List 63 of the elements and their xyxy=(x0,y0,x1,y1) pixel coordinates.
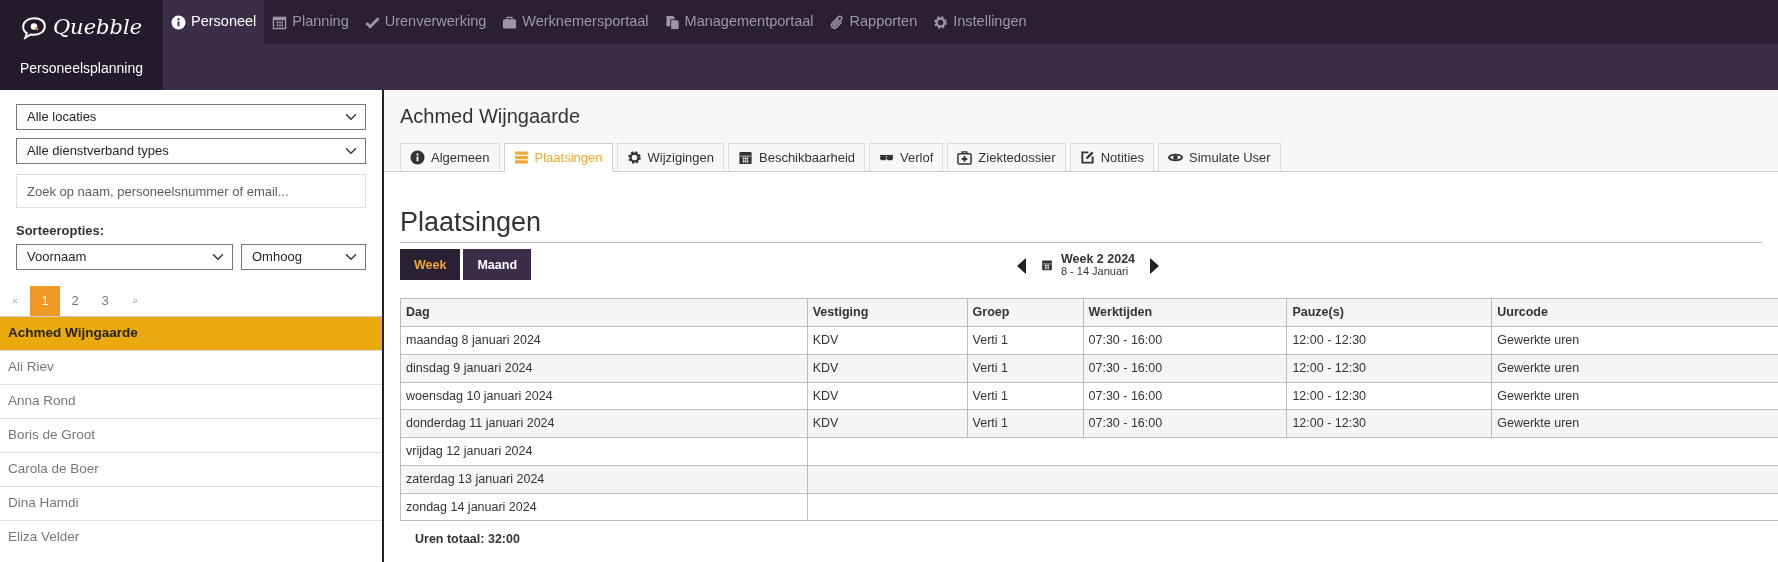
nav-item[interactable]: Planning xyxy=(264,0,357,44)
employee-item[interactable]: Achmed Wijngaarde xyxy=(0,315,382,350)
column-header: Dag xyxy=(400,298,808,327)
nav-item[interactable]: Personeel xyxy=(163,0,265,44)
table-cell: zondag 14 januari 2024 xyxy=(400,493,808,521)
nav-item[interactable]: Urenverwerking xyxy=(356,0,495,44)
table-cell: Gewerkte uren xyxy=(1491,409,1778,438)
table-cell: KDV xyxy=(807,382,968,410)
sort-field-dropdown[interactable]: Voornaam xyxy=(16,243,233,270)
tab[interactable]: Simulate User xyxy=(1158,143,1281,171)
table-cell: 12:00 - 12:30 xyxy=(1286,382,1492,410)
search-field[interactable]: Zoek op naam, personeelsnummer of email... xyxy=(16,174,366,208)
table-cell: Gewerkte uren xyxy=(1491,354,1778,383)
view-toggle-button[interactable]: Week xyxy=(400,249,461,281)
table-cell: zaterdag 13 januari 2024 xyxy=(400,465,808,494)
tab[interactable]: Notities xyxy=(1069,143,1155,171)
column-header: Werktijden xyxy=(1083,298,1287,327)
table-cell: Verti 1 xyxy=(967,326,1084,355)
page-link[interactable]: 2 xyxy=(60,285,90,316)
table-cell: maandag 8 januari 2024 xyxy=(400,326,808,355)
logo-text: Quebble xyxy=(52,14,143,41)
sort-order-dropdown[interactable]: Omhoog xyxy=(241,243,366,270)
table-cell: 07:30 - 16:00 xyxy=(1083,409,1287,438)
table-cell: KDV xyxy=(807,409,968,438)
filter-dropdown[interactable]: Alle locaties xyxy=(16,104,366,130)
section-heading: Plaatsingen xyxy=(400,206,1762,244)
tab[interactable]: Wijzigingen xyxy=(616,143,724,171)
table-cell: KDV xyxy=(807,326,968,355)
table-cell: 07:30 - 16:00 xyxy=(1083,326,1287,355)
table-cell: 07:30 - 16:00 xyxy=(1083,354,1287,383)
table-cell: 12:00 - 12:30 xyxy=(1286,326,1492,355)
tab[interactable]: Beschikbaarheid xyxy=(728,143,866,171)
employee-name: Achmed Wijngaarde xyxy=(400,104,582,128)
table-cell: dinsdag 9 januari 2024 xyxy=(400,354,808,383)
nav-item[interactable]: Rapporten xyxy=(821,0,926,44)
hours-total: Uren totaal: 32:00 xyxy=(415,531,521,549)
date-range: 8 - 14 Januari xyxy=(1060,265,1130,278)
filter-dropdown[interactable]: Alle dienstverband types xyxy=(16,138,366,164)
table-cell: vrijdag 12 januari 2024 xyxy=(400,437,808,466)
table-cell: 12:00 - 12:30 xyxy=(1286,354,1492,383)
tab[interactable]: Algemeen xyxy=(400,143,500,171)
week-label: Week 2 2024 xyxy=(1060,252,1136,266)
nav-item[interactable]: Managementportaal xyxy=(656,0,822,44)
nav-item[interactable]: Instellingen xyxy=(925,0,1035,44)
tab[interactable]: Ziektedossier xyxy=(947,143,1066,171)
table-cell: woensdag 10 januari 2024 xyxy=(400,382,808,410)
table-cell: donderdag 11 januari 2024 xyxy=(400,409,808,438)
app-subtitle: Personeelsplanning xyxy=(20,58,143,78)
table-cell: KDV xyxy=(807,354,968,383)
tab[interactable]: Verlof xyxy=(869,143,944,171)
column-header: Pauze(s) xyxy=(1286,298,1492,327)
column-header: Groep xyxy=(967,298,1084,327)
table-cell: Verti 1 xyxy=(967,409,1084,438)
table-cell: 12:00 - 12:30 xyxy=(1286,409,1492,438)
sort-label: Sorteeropties: xyxy=(16,222,106,240)
table-cell: Verti 1 xyxy=(967,354,1084,383)
column-header: Vestiging xyxy=(807,298,968,327)
view-toggle-button[interactable]: Maand xyxy=(463,249,532,281)
nav-item[interactable]: Werknemersportaal xyxy=(494,0,657,44)
table-cell: 07:30 - 16:00 xyxy=(1083,382,1287,410)
table-cell: Verti 1 xyxy=(967,382,1084,410)
column-header: Uurcode xyxy=(1491,298,1778,327)
page-link[interactable]: 3 xyxy=(90,285,120,316)
